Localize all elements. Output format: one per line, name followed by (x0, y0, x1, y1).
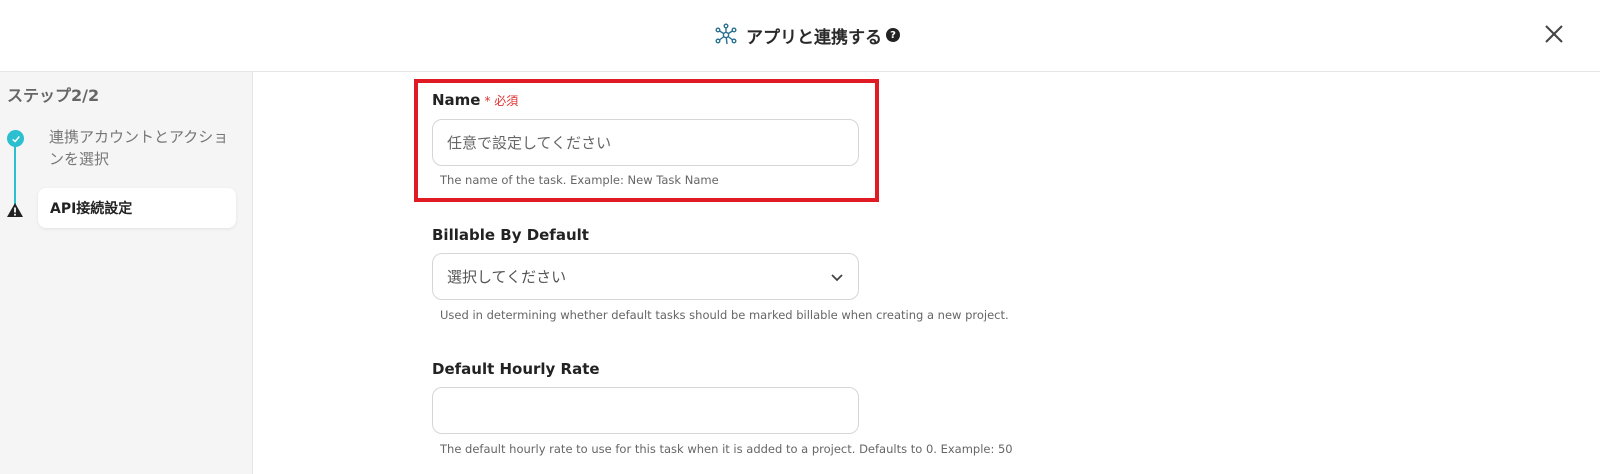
hub-network-icon (715, 23, 737, 45)
hourly-rate-field-label: Default Hourly Rate (432, 360, 600, 378)
step-counter: ステップ2/2 (7, 86, 100, 105)
warning-icon (7, 203, 23, 217)
step-item-select-account[interactable]: 連携アカウントとアクションを選択 (49, 126, 229, 170)
billable-field-label: Billable By Default (432, 226, 589, 244)
modal-header: アプリと連携する ? (0, 0, 1600, 72)
modal-title: アプリと連携する (746, 27, 882, 48)
help-icon[interactable]: ? (886, 28, 900, 42)
steps-sidebar: ステップ2/2 連携アカウントとアクションを選択 API接続設定 (0, 72, 253, 474)
header-title: アプリと連携する ? (714, 20, 900, 50)
step-item-api-settings[interactable]: API接続設定 (38, 188, 236, 228)
close-icon[interactable] (1542, 22, 1566, 46)
billable-help-text: Used in determining whether default task… (440, 308, 1009, 322)
step-item-label: API接続設定 (50, 201, 133, 217)
hourly-rate-help-text: The default hourly rate to use for this … (440, 442, 1013, 456)
billable-select-value: 選択してください (447, 268, 567, 286)
chevron-down-icon (831, 274, 843, 282)
billable-select[interactable]: 選択してください (432, 253, 859, 300)
check-icon (7, 130, 24, 147)
highlight-box (414, 79, 879, 202)
hourly-rate-input[interactable] (432, 387, 859, 434)
